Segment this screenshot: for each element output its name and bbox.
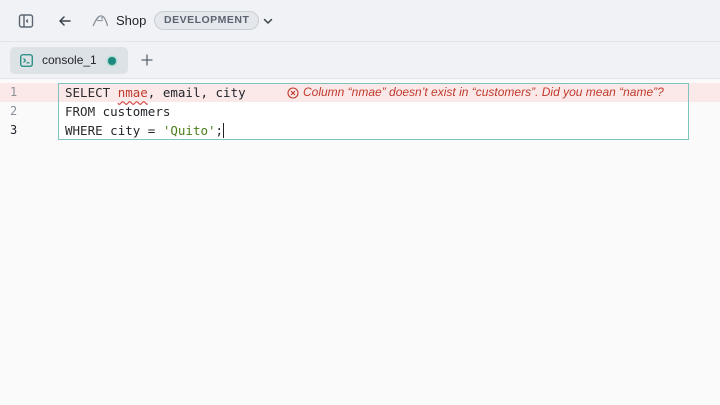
line-number: 2 [10,104,18,118]
keyword: WHERE [65,123,103,138]
sidebar-toggle-icon[interactable] [16,11,36,31]
environment-badge: DEVELOPMENT [154,11,260,30]
plus-icon [141,54,153,66]
tab-label: console_1 [42,53,97,67]
text-cursor [223,123,225,138]
database-icon [90,11,110,31]
keyword: SELECT [65,85,111,100]
string-literal: 'Quito' [162,123,216,138]
line-number: 3 [10,123,18,137]
code-text: customers [95,104,171,119]
console-icon [20,54,33,67]
inline-error-message: Column “nmae” doesn’t exist in “customer… [287,84,664,101]
line-number: 1 [10,85,18,99]
keyword: FROM [65,104,96,119]
code-text: , email, city [147,85,246,100]
error-circle-icon [287,86,299,99]
sql-editor[interactable]: 1 2 3 SELECT nmae, email, city FROM cust… [0,80,720,405]
tab-bar: console_1 [0,42,720,79]
tab-console-1[interactable]: console_1 [10,47,128,74]
tab-status-dot [108,57,116,65]
top-bar: Shop DEVELOPMENT [0,0,720,42]
back-arrow-icon[interactable] [55,11,75,31]
error-text: Column “nmae” doesn’t exist in “customer… [303,85,664,99]
code-text: ; [215,123,224,138]
app-title[interactable]: Shop [116,12,146,29]
chevron-down-icon[interactable] [258,11,278,31]
code-line-2[interactable]: FROM customers [65,102,170,121]
code-line-3[interactable]: WHERE city = 'Quito'; [65,121,225,140]
code-line-1[interactable]: SELECT nmae, email, city [65,83,246,102]
code-text: city = [102,123,163,138]
add-tab-button[interactable] [138,51,156,69]
error-token: nmae [117,85,148,100]
